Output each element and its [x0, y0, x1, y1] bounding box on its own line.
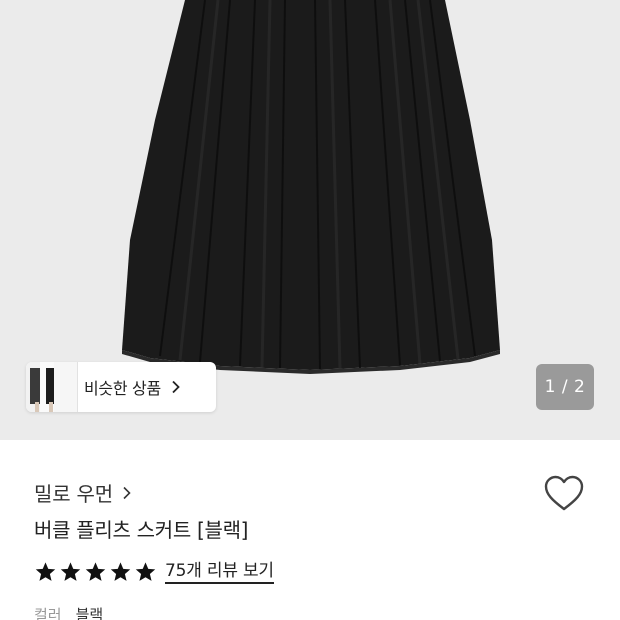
brand-link[interactable]: 밀로 우먼: [34, 478, 133, 507]
star-filled-icon: [35, 562, 56, 581]
thumbnail: [54, 362, 78, 412]
option-row: 컬러 블랙: [34, 604, 103, 620]
image-pager: 1 / 2: [536, 364, 594, 410]
rating-row: 75개 리뷰 보기: [34, 560, 274, 584]
similar-products-label: 비슷한 상품: [84, 379, 161, 398]
heart-outline-icon[interactable]: [542, 472, 586, 516]
star-rating: [34, 561, 157, 583]
star-filled-icon: [60, 562, 81, 581]
star-filled-icon: [135, 562, 156, 581]
similar-thumbnails: [26, 362, 78, 412]
review-link[interactable]: 75개 리뷰 보기: [165, 560, 274, 584]
star-filled-icon: [110, 562, 131, 581]
product-title: 버클 플리츠 스커트 [블랙]: [34, 518, 249, 542]
option-value: 블랙: [75, 606, 104, 620]
product-image-gallery[interactable]: 비슷한 상품 1 / 2: [0, 0, 620, 440]
similar-products-button[interactable]: 비슷한 상품: [26, 362, 216, 412]
chevron-right-icon: [123, 486, 131, 499]
option-label: 컬러: [34, 606, 62, 620]
brand-name: 밀로 우먼: [34, 482, 113, 506]
star-filled-icon: [85, 562, 106, 581]
chevron-right-icon: [172, 380, 180, 394]
